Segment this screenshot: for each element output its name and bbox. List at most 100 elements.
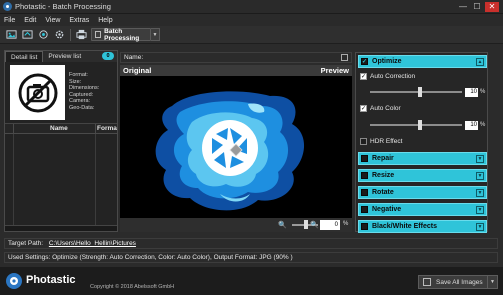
menu-help[interactable]: Help — [98, 17, 112, 24]
optimize-title: Optimize — [372, 58, 402, 65]
negative-title: Negative — [372, 206, 402, 213]
resize-title: Resize — [372, 172, 395, 179]
rotate-toggle[interactable] — [361, 189, 368, 196]
black-white-toggle[interactable] — [361, 223, 368, 230]
photastic-splash-image — [155, 91, 305, 211]
meta-size-label: Size: — [69, 78, 82, 85]
optimize-toggle[interactable]: ✓ — [361, 58, 368, 65]
export-icon[interactable] — [21, 29, 33, 41]
toolbar: Batch Processing ▼ — [0, 26, 503, 44]
hdr-effect-checkbox[interactable] — [360, 138, 367, 145]
negative-toggle[interactable] — [361, 206, 368, 213]
expand-icon[interactable] — [341, 54, 348, 61]
settings-icon[interactable] — [53, 29, 65, 41]
image-canvas[interactable] — [120, 76, 352, 218]
auto-correction-value[interactable]: 10 — [465, 88, 478, 97]
repair-toggle[interactable] — [361, 155, 368, 162]
auto-correction-label: Auto Correction — [370, 73, 416, 80]
add-image-icon[interactable] — [5, 29, 17, 41]
expand-chevron-icon[interactable]: ▼ — [476, 155, 484, 163]
menu-view[interactable]: View — [45, 17, 60, 24]
zoom-value-field[interactable]: 0 — [320, 220, 340, 230]
repair-title: Repair — [372, 155, 394, 162]
column-divider — [13, 134, 14, 231]
photastic-logo-icon — [6, 273, 22, 289]
meta-captured-label: Captured: — [69, 91, 94, 98]
image-metadata: Format: Size: Dimensions: Captured: Came… — [69, 72, 99, 112]
original-label: Original — [123, 66, 152, 75]
horizontal-scrollbar[interactable] — [5, 225, 117, 231]
section-black-white-header[interactable]: Black/White Effects ▼ — [358, 220, 487, 233]
auto-color-handle[interactable] — [418, 120, 422, 130]
black-white-title: Black/White Effects — [372, 223, 437, 230]
auto-color-value[interactable]: 10 — [465, 121, 478, 130]
expand-chevron-icon[interactable]: ▼ — [476, 189, 484, 197]
zoom-bar: 🔍 🔍 0 % — [120, 218, 352, 232]
menu-bar: File Edit View Extras Help — [0, 14, 503, 26]
auto-correction-slider[interactable] — [370, 87, 462, 97]
menu-edit[interactable]: Edit — [24, 17, 36, 24]
section-repair-header[interactable]: Repair ▼ — [358, 152, 487, 165]
tab-detail-list[interactable]: Detail list — [5, 51, 44, 62]
brand-name: Photastic — [26, 274, 76, 286]
hdr-effect-label: HDR Effect — [370, 138, 403, 145]
resize-toggle[interactable] — [361, 172, 368, 179]
print-icon[interactable] — [75, 29, 87, 41]
target-path-link[interactable]: C:\Users\Hello_Hellin\Pictures — [49, 240, 136, 247]
auto-color-slider[interactable] — [370, 120, 462, 130]
zoom-unit: % — [343, 221, 349, 227]
expand-chevron-icon[interactable]: ▼ — [476, 206, 484, 214]
section-optimize-header[interactable]: ✓ Optimize ▲ — [358, 55, 487, 68]
window-controls: — ☐ ✕ — [457, 2, 499, 12]
close-button[interactable]: ✕ — [485, 2, 499, 12]
image-count-badge: 0 — [102, 52, 114, 60]
auto-color-label: Auto Color — [370, 105, 401, 112]
batch-processing-button[interactable]: Batch Processing — [91, 27, 151, 42]
section-rotate-header[interactable]: Rotate ▼ — [358, 186, 487, 199]
thumbnail-area: Format: Size: Dimensions: Captured: Came… — [5, 62, 117, 124]
effects-panel: ✓ Optimize ▲ ✓ Auto Correction 10 % ✓ Au… — [355, 52, 488, 233]
target-path-bar: Target Path: C:\Users\Hello_Hellin\Pictu… — [4, 238, 498, 249]
batch-icon — [95, 31, 102, 38]
section-resize-header[interactable]: Resize ▼ — [358, 169, 487, 182]
batch-processing-label: Batch Processing — [104, 27, 140, 42]
hdr-effect-row: HDR Effect — [360, 138, 402, 145]
column-format-header[interactable]: Forma — [97, 125, 117, 132]
collapse-chevron-icon[interactable]: ▲ — [476, 58, 484, 66]
expand-chevron-icon[interactable]: ▼ — [476, 223, 484, 231]
file-list[interactable] — [5, 134, 117, 231]
zoom-in-icon[interactable]: 🔍 — [310, 221, 319, 229]
used-settings-bar: Used Settings: Optimize (Strength: Auto … — [4, 252, 498, 263]
meta-format-label: Format: — [69, 72, 88, 78]
image-name-bar: Name: — [120, 52, 352, 63]
camera-icon[interactable] — [37, 29, 49, 41]
tab-preview-list[interactable]: Preview list — [43, 51, 86, 62]
rotate-title: Rotate — [372, 189, 394, 196]
no-camera-icon — [18, 73, 57, 112]
section-negative-header[interactable]: Negative ▼ — [358, 203, 487, 216]
auto-correction-unit: % — [480, 89, 486, 95]
save-dropdown-button[interactable]: ▼ — [488, 275, 498, 289]
zoom-out-icon[interactable]: 🔍 — [278, 221, 287, 229]
list-tabs: Detail list Preview list 0 — [5, 51, 117, 62]
save-icon — [423, 278, 431, 286]
zoom-slider-handle[interactable] — [304, 220, 308, 229]
minimize-button[interactable]: — — [457, 2, 469, 12]
preview-label: Preview — [320, 66, 349, 75]
auto-correction-handle[interactable] — [418, 87, 422, 97]
menu-file[interactable]: File — [4, 17, 15, 24]
copyright-text: Copyright © 2018 Abelssoft GmbH — [90, 284, 175, 290]
list-header: Name Forma — [5, 124, 117, 134]
maximize-button[interactable]: ☐ — [471, 2, 483, 12]
expand-chevron-icon[interactable]: ▼ — [476, 172, 484, 180]
menu-extras[interactable]: Extras — [69, 17, 89, 24]
auto-correction-checkbox[interactable]: ✓ — [360, 73, 367, 80]
save-all-images-button[interactable]: Save All Images — [418, 275, 488, 289]
meta-dimensions-label: Dimensions: — [69, 85, 100, 92]
meta-geodata-label: Geo-Data: — [69, 104, 95, 111]
column-name-header[interactable]: Name — [50, 125, 68, 132]
batch-dropdown-button[interactable]: ▼ — [151, 28, 160, 41]
used-settings-text: Used Settings: Optimize (Strength: Auto … — [8, 254, 293, 261]
auto-color-checkbox[interactable]: ✓ — [360, 105, 367, 112]
footer: Photastic Copyright © 2018 Abelssoft Gmb… — [0, 267, 503, 295]
